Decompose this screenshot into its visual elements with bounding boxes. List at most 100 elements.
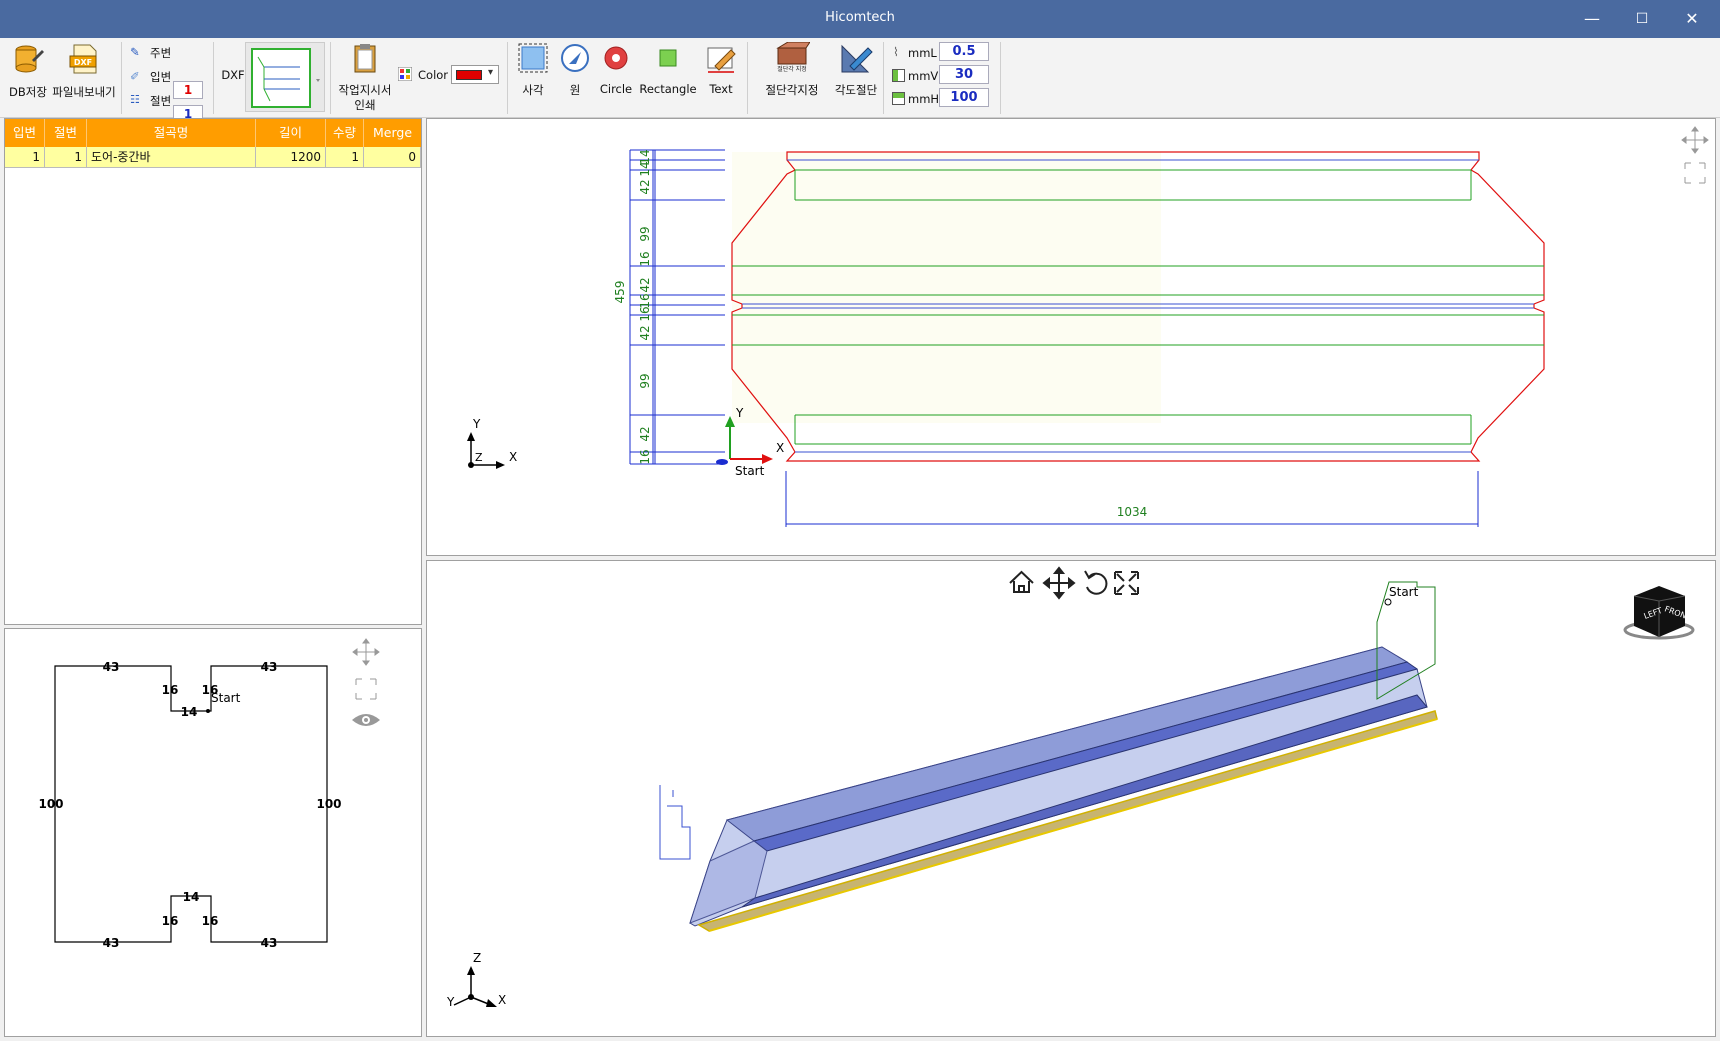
dim-top-right: 43 [261, 660, 278, 674]
pan-icon[interactable] [352, 638, 380, 666]
db-save-button[interactable]: DB저장 [8, 42, 48, 112]
separator [121, 42, 122, 114]
horizontal-mm-icon [892, 92, 905, 105]
work-print-label-2: 인쇄 [354, 98, 376, 112]
rotate-icon[interactable] [1084, 570, 1108, 595]
profile-drawing[interactable]: 43 43 16 16 14 100 100 14 16 16 43 43 St… [5, 629, 421, 1036]
bend-list-panel: 입변 절변 절곡명 길이 수량 Merge 1 1 도어-중간바 1200 1 … [4, 118, 422, 625]
circle-button[interactable]: Circle [600, 42, 632, 112]
rectangle-kr-button[interactable]: 사각 [517, 42, 549, 112]
separator [747, 42, 748, 114]
fit-view-icon[interactable] [1114, 571, 1139, 595]
dim-seg: 99 [638, 373, 652, 388]
column-header-bend-name[interactable]: 절곡명 [87, 119, 256, 147]
fit-view-icon[interactable] [1684, 162, 1706, 184]
cell-merge[interactable]: 0 [364, 147, 421, 168]
cut-angle-icon-text: 절단각 지정 [777, 65, 807, 73]
angle-cut-button[interactable]: 각도절단 [835, 42, 877, 112]
dim-bottom-notch-left: 16 [162, 914, 179, 928]
palette-icon [397, 66, 413, 82]
dim-total: 459 [613, 281, 627, 304]
dxf-icon-text: DXF [74, 58, 92, 67]
triad-y-label: Y [446, 995, 455, 1009]
color-dropdown[interactable]: ▾ [451, 65, 499, 84]
close-button[interactable]: ✕ [1672, 6, 1712, 32]
dim-bottom-notch-right: 16 [202, 914, 219, 928]
triad-z-label: Z [473, 951, 481, 965]
eye-icon[interactable] [352, 714, 380, 726]
separator [213, 42, 214, 114]
cell-bend-name[interactable]: 도어-중간바 [87, 147, 256, 168]
dxf-preview-dropdown[interactable] [245, 42, 325, 112]
part-3d-model: Start [659, 581, 1438, 932]
start-label: Start [735, 464, 765, 478]
record-circle-icon [604, 46, 628, 70]
cell-quantity[interactable]: 1 [326, 147, 364, 168]
column-header-length[interactable]: 길이 [256, 119, 326, 147]
cut-angle-set-button[interactable]: 절단각 지정 절단각지정 [766, 41, 818, 112]
color-swatch [456, 70, 482, 80]
mmH-label: mmH [908, 92, 940, 106]
dxf-label: DXF [221, 68, 245, 82]
triangle-ruler-icon [841, 44, 873, 73]
side2-label: 입변 [150, 70, 172, 84]
pan-icon[interactable] [1042, 566, 1076, 600]
view-cube[interactable]: LEFT FRONT [1623, 586, 1695, 640]
dim-seg: 16 [638, 251, 652, 266]
drawing-2d-canvas[interactable]: 459 42 99 16 42 16 16 42 99 42 16 14 14 … [427, 119, 1715, 555]
mmL-input[interactable]: 0.5 [939, 42, 989, 61]
file-export-label: 파일내보내기 [52, 85, 116, 99]
view-triad: Y X Z [467, 417, 517, 469]
text-edit-icon [707, 47, 736, 73]
profile-panel: 43 43 16 16 14 100 100 14 16 16 43 43 St… [4, 628, 422, 1037]
column-header-merge[interactable]: Merge [364, 119, 421, 147]
separator [883, 42, 884, 114]
dim-seg: 42 [638, 426, 652, 441]
cell-input-side[interactable]: 1 [5, 147, 45, 168]
toolbar: DB저장 DXF 파일내보내기 ✎ 주변 1 ✐ 입변 1 ☷ 절변 1 DXF [0, 38, 1720, 147]
rectangle-button[interactable]: Rectangle [639, 42, 697, 112]
view-3d-canvas[interactable]: LEFT FRONT Start Z X Y [427, 561, 1715, 1036]
side3-row: ☷ 절변 [130, 91, 210, 113]
triad-z-label: Z [475, 451, 483, 464]
dim-left-side: 100 [38, 797, 63, 811]
dim-bottom-notch-top: 14 [183, 890, 200, 904]
dim-seg: 16 [638, 449, 652, 464]
cut-angle-icon: 절단각 지정 [776, 41, 811, 73]
drawing-2d-panel[interactable]: 459 42 99 16 42 16 16 42 99 42 16 14 14 … [426, 118, 1716, 556]
dim-seg: 42 [638, 277, 652, 292]
dim-seg: 14 [638, 161, 652, 176]
triad-y-label: Y [472, 417, 481, 431]
color-label: Color [418, 68, 449, 82]
grid-header: 입변 절변 절곡명 길이 수량 Merge [5, 119, 421, 147]
column-header-input-side[interactable]: 입변 [5, 119, 45, 147]
work-order-print-button[interactable]: 작업지시서 인쇄 [339, 42, 391, 116]
dim-right-side: 100 [316, 797, 341, 811]
mmV-input[interactable]: 30 [939, 65, 989, 84]
column-header-cut-side[interactable]: 절변 [45, 119, 87, 147]
drawing-background [732, 152, 1161, 423]
fit-view-icon[interactable] [355, 678, 377, 700]
dim-seg: 16 [638, 306, 652, 321]
table-row[interactable]: 1 1 도어-중간바 1200 1 0 [5, 147, 421, 168]
compass-icon [561, 44, 589, 72]
title-bar: Hicomtech — ☐ ✕ [0, 0, 1720, 38]
cell-length[interactable]: 1200 [256, 147, 326, 168]
file-export-button[interactable]: DXF 파일내보내기 [52, 42, 116, 112]
column-header-quantity[interactable]: 수량 [326, 119, 364, 147]
window-title: Hicomtech [825, 10, 895, 25]
text-button[interactable]: Text [705, 42, 737, 112]
circle-kr-button[interactable]: 원 [559, 42, 591, 112]
triad-x-label: X [498, 993, 506, 1007]
cell-cut-side[interactable]: 1 [45, 147, 87, 168]
pen-icon: ✐ [130, 69, 140, 83]
pan-icon[interactable] [1681, 126, 1709, 154]
maximize-button[interactable]: ☐ [1622, 6, 1662, 32]
minimize-button[interactable]: — [1572, 6, 1612, 32]
home-icon[interactable] [1009, 570, 1034, 593]
mmH-input[interactable]: 100 [939, 88, 989, 107]
view-3d-panel[interactable]: LEFT FRONT Start Z X Y [426, 560, 1716, 1037]
origin-x-label: X [776, 441, 784, 455]
work-print-label-1: 작업지시서 [338, 83, 392, 97]
mmL-label: mmL [908, 46, 937, 60]
